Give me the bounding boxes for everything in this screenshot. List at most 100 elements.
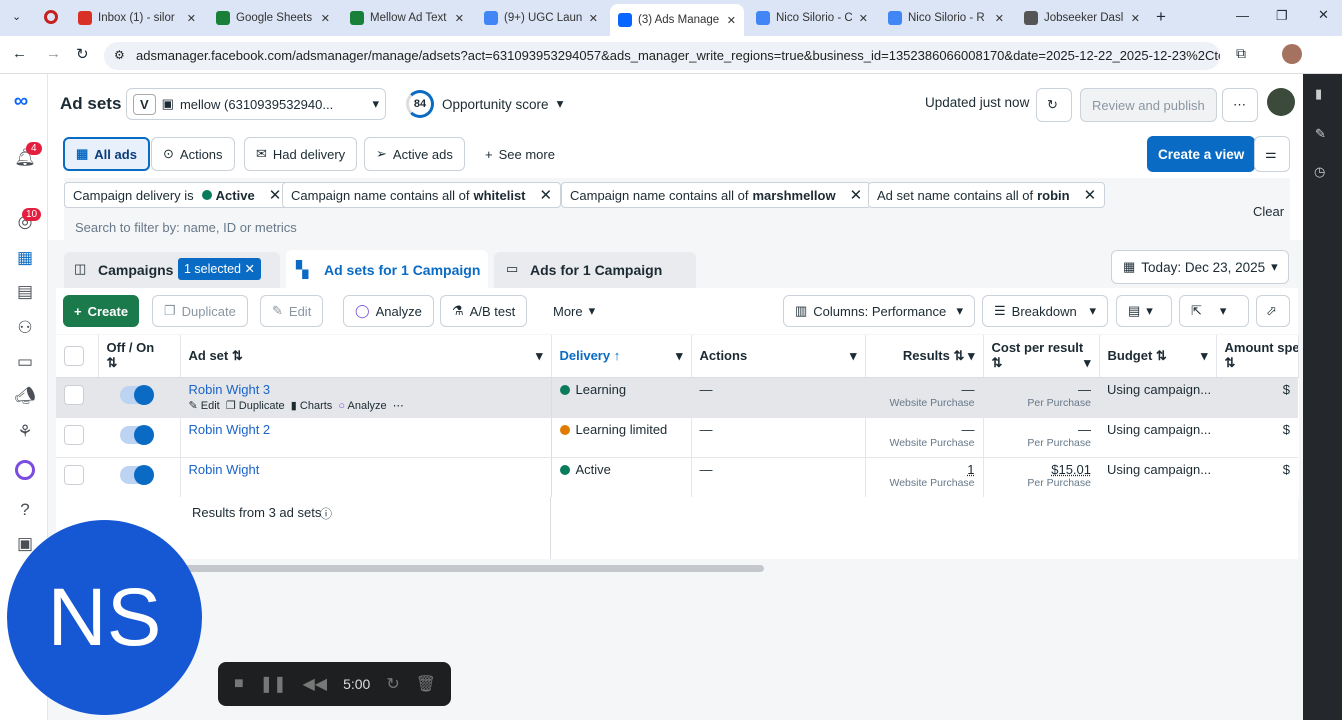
chevron-down-icon[interactable]: ▾	[676, 348, 683, 364]
quick-filter-actions[interactable]: ⊙ Actions	[151, 137, 235, 171]
stop-icon[interactable]: ■	[234, 675, 244, 693]
info-icon[interactable]: ⓘ	[320, 505, 332, 522]
browser-tab[interactable]: (9+) UGC Laun ✕	[476, 6, 606, 30]
browser-tab[interactable]: Nico Silorio - C ✕	[748, 6, 876, 30]
col-ad-set[interactable]: Ad set ⇅ ▾	[180, 335, 552, 378]
row-more-icon[interactable]: ⋯	[393, 400, 404, 412]
edit-button[interactable]: ✎ Edit	[260, 295, 324, 327]
quick-filter-all-ads[interactable]: ▦ All ads	[63, 137, 150, 171]
browser-tab[interactable]: Jobseeker Dasl ✕	[1016, 6, 1148, 30]
reports-button[interactable]: ▤ ▾	[1116, 295, 1172, 327]
close-tab-icon[interactable]: ✕	[455, 12, 464, 25]
close-tab-icon[interactable]: ✕	[321, 12, 330, 25]
table-row[interactable]: Robin Wight Active — 1 Website Purchase $…	[56, 457, 1298, 498]
see-more-button[interactable]: + See more	[474, 137, 566, 171]
profile-avatar[interactable]	[1282, 44, 1302, 64]
row-checkbox[interactable]	[64, 384, 84, 405]
history-icon[interactable]: ◷	[1314, 164, 1325, 180]
sort-icon[interactable]: ⇅	[953, 348, 964, 363]
bar-chart-icon[interactable]: ▮	[1315, 86, 1322, 102]
refresh-button[interactable]: ↻	[1036, 88, 1072, 122]
create-button[interactable]: + Create	[63, 295, 140, 327]
on-off-toggle[interactable]	[120, 464, 154, 485]
close-tab-icon[interactable]: ✕	[1131, 12, 1140, 25]
restart-icon[interactable]: ↻	[386, 674, 399, 694]
view-settings-button[interactable]: ⚌	[1254, 136, 1290, 172]
breakdown-button[interactable]: ☰ Breakdown ▾	[982, 295, 1108, 327]
sort-icon[interactable]: ⇅	[1156, 348, 1167, 363]
remove-filter-icon[interactable]: ✕	[540, 186, 553, 204]
reload-icon[interactable]: ↻	[76, 45, 89, 63]
analyze-button[interactable]: ◯ Analyze	[343, 295, 434, 327]
row-edit-button[interactable]: ✎ Edit	[189, 400, 220, 412]
rewind-icon[interactable]: ◀◀	[302, 674, 327, 694]
browser-tab[interactable]: (3) Ads Manage ✕	[610, 4, 744, 36]
on-off-toggle[interactable]	[120, 384, 154, 405]
close-tab-icon[interactable]: ✕	[589, 12, 598, 25]
meta-logo-icon[interactable]: ∞	[10, 90, 32, 112]
col-cost-per-result[interactable]: Cost per result ⇅ ▾	[983, 335, 1100, 378]
row-checkbox[interactable]	[64, 424, 84, 445]
tab-list-icon[interactable]: ⌄	[12, 10, 21, 23]
selected-badge[interactable]: 1 selected ✕	[178, 258, 261, 280]
chevron-down-icon[interactable]: ▾	[1201, 348, 1208, 364]
duplicate-button[interactable]: ❐ Duplicate	[152, 295, 248, 327]
sort-up-icon[interactable]: ↑	[614, 348, 621, 363]
table-row[interactable]: Robin Wight 2 Learning limited — — Websit…	[56, 417, 1298, 458]
forward-icon[interactable]: →	[46, 45, 61, 62]
new-tab-button[interactable]: +	[1156, 7, 1166, 27]
table-row[interactable]: Robin Wight 3 ✎ Edit ❐ Duplicate ▮ Chart…	[56, 377, 1298, 418]
business-icon[interactable]: ⚘	[14, 422, 36, 444]
select-all-checkbox[interactable]	[64, 345, 84, 366]
browser-tab[interactable]: Inbox (1) - silor ✕	[70, 6, 204, 30]
date-picker[interactable]: ▦ Today: Dec 23, 2025 ▾	[1111, 250, 1289, 284]
chevron-down-icon[interactable]: ▾	[850, 348, 857, 364]
columns-button[interactable]: ▥ Columns: Performance ▾	[783, 295, 975, 327]
sort-icon[interactable]: ⇅	[1225, 355, 1236, 370]
export-button[interactable]: ⇱ ▾	[1179, 295, 1249, 327]
billing-icon[interactable]: ▭	[14, 352, 36, 374]
close-tab-icon[interactable]: ✕	[995, 12, 1004, 25]
row-checkbox[interactable]	[64, 464, 84, 485]
ab-test-button[interactable]: ⚗ A/B test	[440, 295, 528, 327]
ads-manager-table-icon[interactable]: ▦	[14, 248, 36, 270]
col-budget[interactable]: Budget ⇅ ▾	[1099, 335, 1217, 378]
close-tab-icon[interactable]: ✕	[727, 14, 736, 27]
opportunity-score[interactable]: 84 Opportunity score ▾	[406, 90, 563, 118]
filter-chip[interactable]: Campaign name contains all of marshmellow…	[561, 182, 872, 208]
browser-tab[interactable]: Google Sheets ✕	[208, 6, 338, 30]
tab-ads[interactable]: ▭ Ads for 1 Campaign	[494, 252, 696, 288]
maximize-button[interactable]: ❐	[1276, 8, 1288, 24]
close-icon[interactable]: ✕	[244, 262, 254, 276]
audiences-icon[interactable]: ⚇	[14, 318, 36, 340]
clear-filters-button[interactable]: Clear	[1253, 204, 1284, 219]
remove-filter-icon[interactable]: ✕	[850, 186, 863, 204]
horizontal-scrollbar[interactable]	[180, 565, 764, 572]
row-duplicate-button[interactable]: ❐ Duplicate	[226, 400, 285, 412]
tab-ad-sets[interactable]: ▚ Ad sets for 1 Campaign	[286, 250, 488, 290]
ad-account-selector[interactable]: V ▣ mellow (6310939532940... ▾	[126, 88, 386, 120]
browser-tab[interactable]: Mellow Ad Text ✕	[342, 6, 472, 30]
filter-chip[interactable]: Campaign delivery is Active ✕	[64, 182, 291, 208]
remove-filter-icon[interactable]: ✕	[269, 186, 282, 204]
reports-icon[interactable]: ▤	[14, 282, 36, 304]
close-tab-icon[interactable]: ✕	[187, 12, 196, 25]
close-tab-icon[interactable]: ✕	[859, 12, 868, 25]
remove-filter-icon[interactable]: ✕	[1084, 186, 1097, 204]
help-icon[interactable]: ?	[14, 500, 36, 522]
on-off-toggle[interactable]	[120, 424, 154, 445]
row-analyze-button[interactable]: ○ Analyze	[338, 400, 386, 412]
col-off-on[interactable]: Off / On ⇅	[98, 335, 181, 378]
review-publish-button[interactable]: Review and publish	[1080, 88, 1217, 122]
tab-campaigns[interactable]: ◫ Campaigns 1 selected ✕	[64, 252, 280, 288]
chevron-down-icon[interactable]: ▾	[1084, 355, 1091, 371]
filter-chip[interactable]: Ad set name contains all of robin ✕	[868, 182, 1106, 208]
user-avatar[interactable]	[1267, 88, 1295, 116]
campaigns-megaphone-icon[interactable]: 📣︎	[14, 386, 36, 408]
close-window-button[interactable]: ✕	[1318, 7, 1329, 23]
filter-chip[interactable]: Campaign name contains all of whitelist ✕	[282, 182, 562, 208]
record-icon[interactable]	[44, 10, 58, 24]
charts-button[interactable]: ⬀	[1256, 295, 1290, 327]
chevron-down-icon[interactable]: ▾	[968, 348, 975, 363]
pencil-icon[interactable]: ✎	[1315, 126, 1326, 142]
